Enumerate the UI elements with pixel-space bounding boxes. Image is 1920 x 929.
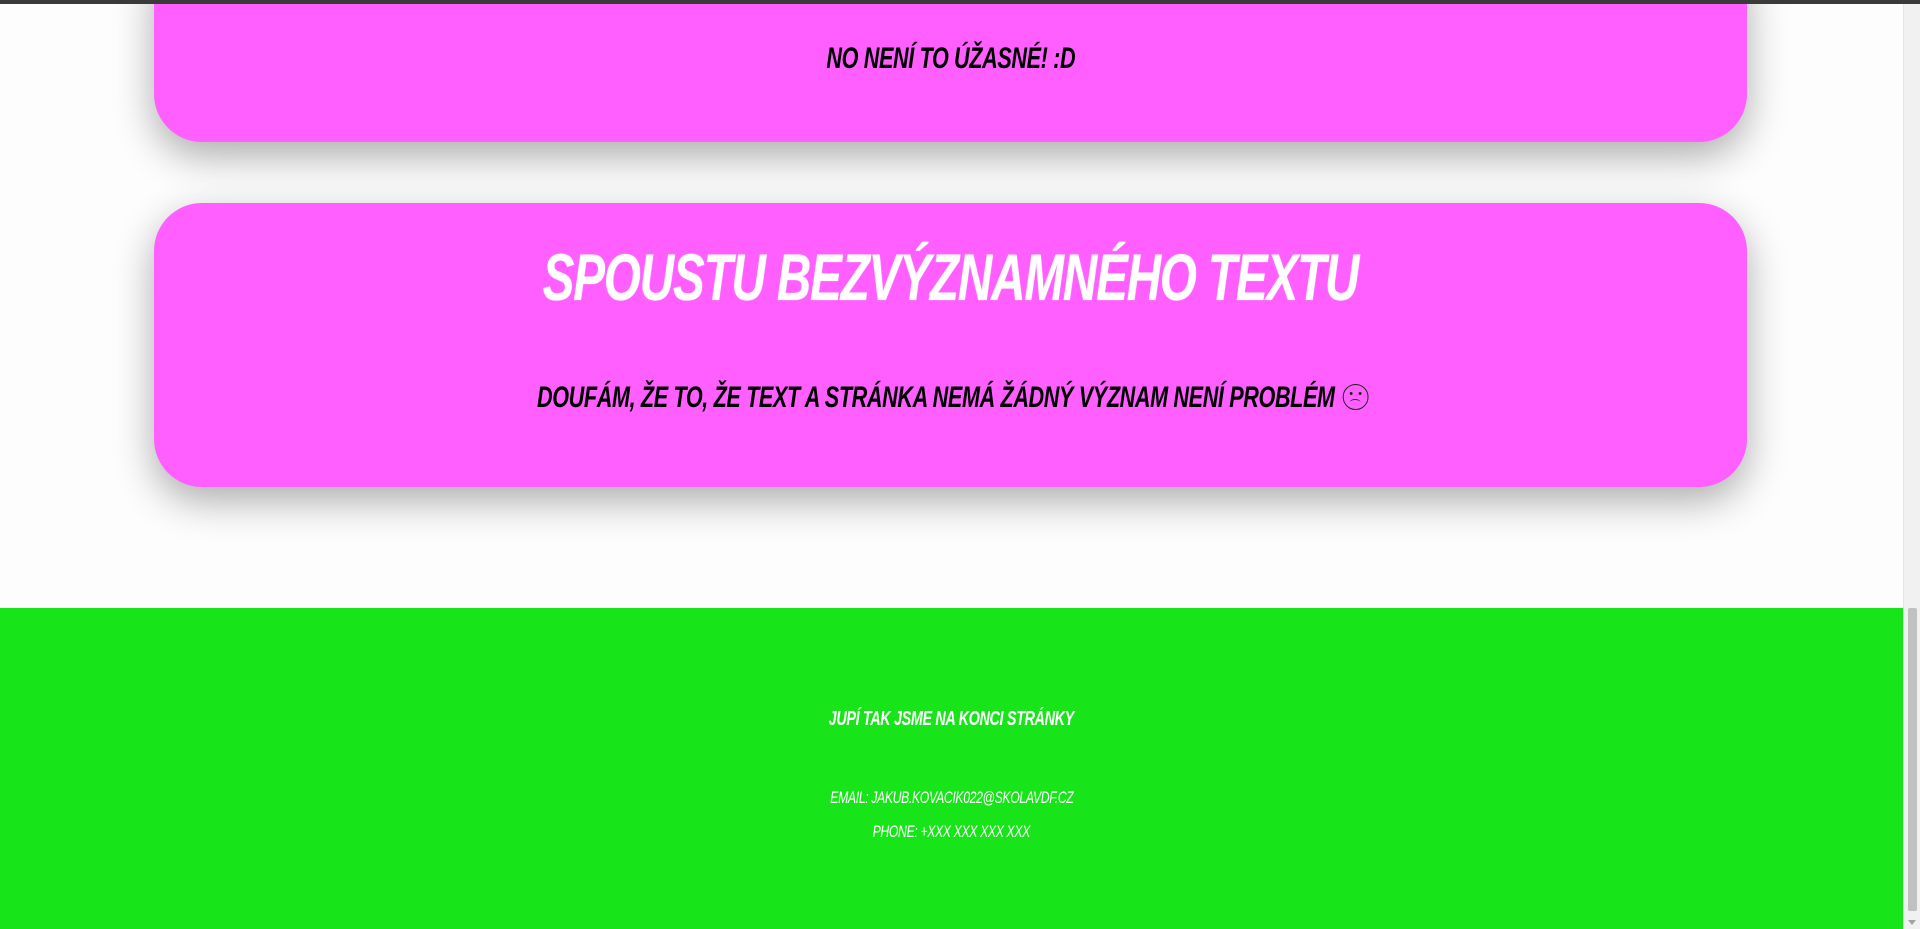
card-1-text: No není to úžasné! :D <box>826 42 1075 75</box>
content-card-2: Spoustu bezvýznamného textu Doufám, že t… <box>154 203 1747 487</box>
footer-email-row: Email: jakub.kovacik022@skolavdf.cz <box>0 788 1903 808</box>
card-2-text: Doufám, že to, že text a stránka nemá žá… <box>536 381 1368 415</box>
footer-title: Jupí tak jsme na konci stránky <box>828 708 1075 730</box>
page-footer: Jupí tak jsme na konci stránky Email: ja… <box>0 608 1903 929</box>
card-2-heading-row: Spoustu bezvýznamného textu <box>154 239 1747 315</box>
card-2-text-row: Doufám, že to, že text a stránka nemá žá… <box>154 381 1747 415</box>
card-1-text-row: No není to úžasné! :D <box>154 42 1747 76</box>
scrollbar-thumb[interactable] <box>1908 608 1917 911</box>
scroll-down-arrow-icon[interactable] <box>1908 920 1916 925</box>
card-2-text-label: Doufám, že to, že text a stránka nemá žá… <box>536 381 1335 414</box>
page-viewport: No není to úžasné! :D Spoustu bezvýznamn… <box>0 4 1903 929</box>
footer-phone: Phone: +xxx xxx xxx xxx <box>872 822 1031 841</box>
footer-phone-row: Phone: +xxx xxx xxx xxx <box>0 822 1903 842</box>
footer-email: Email: jakub.kovacik022@skolavdf.cz <box>829 788 1074 807</box>
content-card-1: No není to úžasné! :D <box>154 4 1747 142</box>
vertical-scrollbar[interactable] <box>1903 4 1920 929</box>
footer-title-row: Jupí tak jsme na konci stránky <box>0 708 1903 731</box>
card-2-heading: Spoustu bezvýznamného textu <box>542 240 1360 314</box>
sad-face-icon <box>1342 384 1368 410</box>
